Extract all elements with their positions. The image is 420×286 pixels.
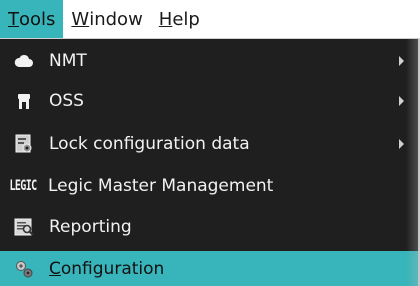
menu-item-nmt-label: NMT: [49, 51, 87, 71]
lock-icon: [13, 90, 35, 112]
menu-tools[interactable]: Tools: [0, 0, 64, 38]
legic-icon: LEGIC: [6, 175, 40, 197]
menu-help-label: elp: [172, 8, 200, 30]
menu-item-nmt[interactable]: NMT: [0, 41, 418, 81]
menu-item-configuration-mnemonic: C: [49, 259, 61, 279]
menu-item-lock-configuration-data[interactable]: Lock configuration data: [0, 124, 418, 164]
menu-item-reporting-label: Reporting: [49, 217, 132, 237]
menu-item-configuration[interactable]: Configuration: [0, 251, 418, 286]
menu-window-mnemonic: W: [71, 8, 90, 30]
report-icon: [13, 216, 35, 238]
legic-logo-text: LEGIC: [9, 178, 37, 194]
menu-item-configuration-rest: onfiguration: [60, 259, 165, 279]
menu-item-legic-master-management[interactable]: LEGIC Legic Master Management: [0, 166, 418, 206]
tools-dropdown-menu: NMT OSS Lock configuration data LEGIC Le…: [0, 39, 420, 286]
menu-help[interactable]: Help: [151, 0, 208, 38]
menu-tools-mnemonic: T: [8, 8, 19, 30]
gears-icon: [13, 258, 35, 280]
menu-window-label: indow: [89, 8, 143, 30]
menu-item-reporting[interactable]: Reporting: [0, 207, 418, 247]
submenu-arrow-icon: [399, 56, 404, 66]
menu-tools-label: ools: [19, 8, 56, 30]
menu-item-oss-label: OSS: [49, 91, 84, 111]
menu-help-mnemonic: H: [158, 8, 173, 30]
document-config-icon: [13, 133, 35, 155]
cloud-icon: [13, 50, 35, 72]
menu-item-legic-master-management-label: Legic Master Management: [48, 176, 274, 196]
menu-bar: Tools Window Help: [0, 0, 420, 39]
submenu-arrow-icon: [399, 139, 404, 149]
menu-item-lock-configuration-data-label: Lock configuration data: [49, 134, 250, 154]
menu-item-configuration-label: Configuration: [49, 259, 164, 279]
submenu-arrow-icon: [399, 96, 404, 106]
app-screen: Tools Window Help NMT OSS Lock configura…: [0, 0, 420, 286]
menu-window[interactable]: Window: [63, 0, 150, 38]
menu-item-oss[interactable]: OSS: [0, 81, 418, 121]
